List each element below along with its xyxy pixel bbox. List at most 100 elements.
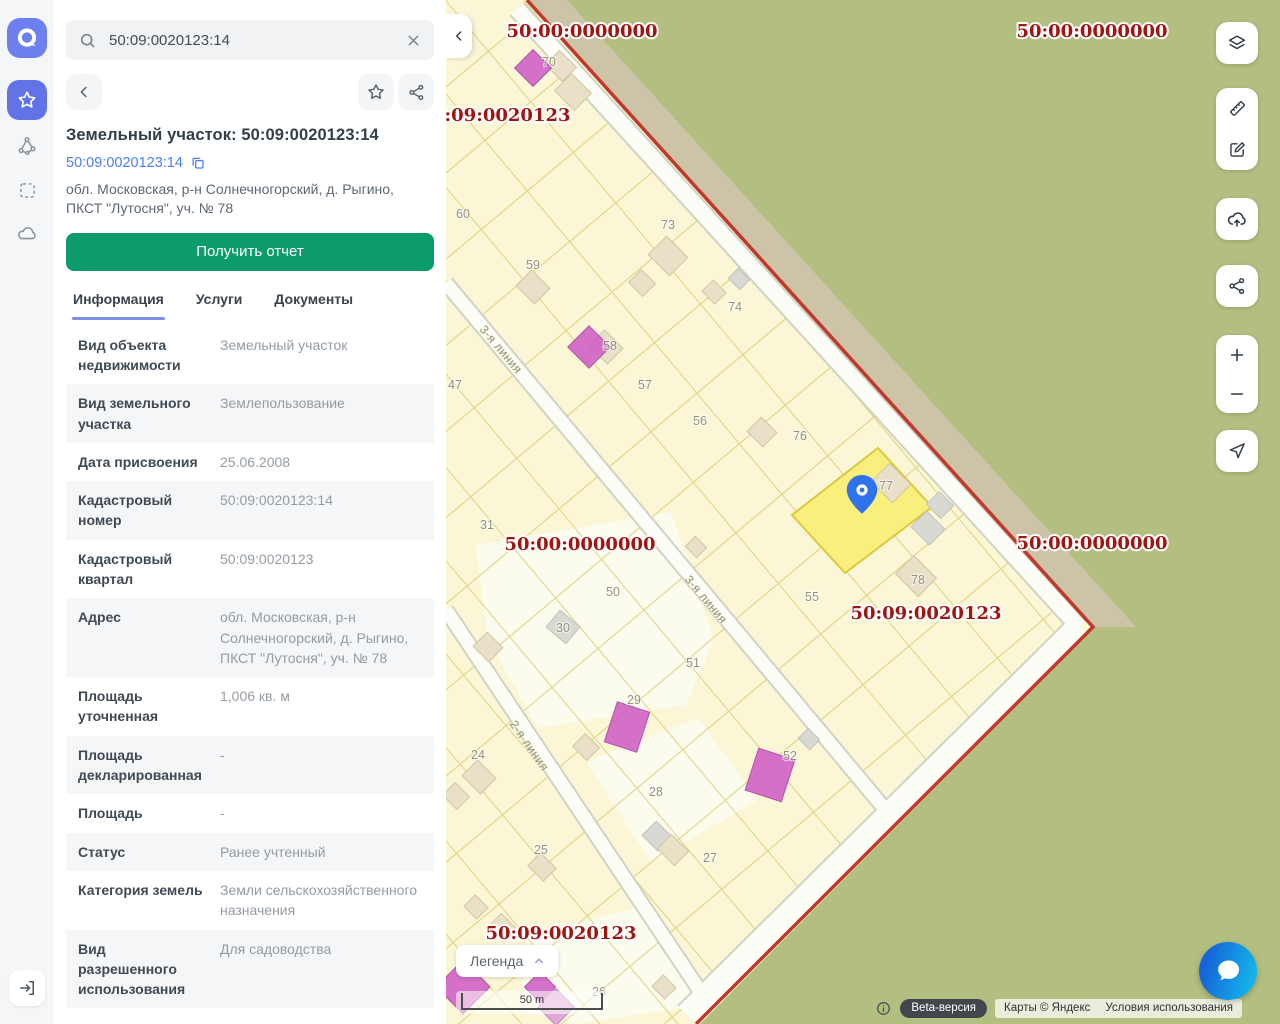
minus-icon: [1227, 384, 1247, 404]
info-icon[interactable]: [875, 1000, 892, 1017]
share-object-button[interactable]: [398, 74, 434, 110]
row-label: Площадь декларированная: [78, 745, 206, 786]
row-label: Дата присвоения: [78, 452, 206, 472]
edit-button[interactable]: [1216, 129, 1258, 170]
chevron-left-icon: [451, 28, 467, 44]
app-window: Земельный участок: 50:09:0020123:14 50:0…: [0, 0, 1280, 1024]
share-map-button[interactable]: [1216, 265, 1258, 307]
terms-link[interactable]: Условия использования: [1105, 1002, 1233, 1014]
left-toolbar: [0, 0, 54, 1024]
map-scale: 50 m: [456, 991, 608, 1014]
upload-button[interactable]: [1216, 198, 1258, 240]
cadastral-link-row: 50:09:0020123:14: [66, 155, 434, 171]
scale-bracket: 50 m: [461, 993, 603, 1010]
legend-label: Легенда: [470, 953, 523, 969]
logout-icon: [17, 978, 37, 998]
parcel-number: 24: [471, 748, 485, 762]
table-row: Вид разрешенного использованияДля садово…: [66, 930, 434, 1009]
row-value: Землепользование: [220, 393, 422, 434]
map-canvas[interactable]: 3-я линия 3-я линия 2-я линия 70 60 73 5…: [446, 0, 1280, 1024]
table-row: Вид объекта недвижимостиЗемельный участо…: [66, 326, 434, 385]
ruler-button[interactable]: [1216, 88, 1258, 129]
parcel-number: 28: [649, 785, 663, 799]
area-select-button[interactable]: [9, 172, 45, 208]
row-label: Кадастровый квартал: [78, 549, 206, 590]
collapse-panel-button[interactable]: [446, 14, 472, 58]
row-label: Вид разрешенного использования: [78, 939, 206, 1000]
app-logo[interactable]: [7, 18, 47, 58]
tab-documents[interactable]: Документы: [273, 287, 354, 320]
row-label: Площадь: [78, 803, 206, 823]
navigation-arrow-icon: [1227, 441, 1247, 461]
map-attribution: Beta-версия Карты © Яндекс Условия испол…: [875, 999, 1242, 1018]
quarter-label: 50:09:0020123: [485, 923, 636, 944]
cadastral-number-link[interactable]: 50:09:0020123:14: [66, 155, 183, 171]
plus-icon: [1227, 345, 1247, 365]
get-report-button[interactable]: Получить отчет: [66, 233, 434, 271]
parcel-number: 76: [793, 429, 807, 443]
cloud-upload-icon: [1226, 208, 1248, 230]
chat-button[interactable]: [1199, 942, 1257, 1000]
scale-label: 50 m: [463, 994, 601, 1006]
row-label: Вид земельного участка: [78, 393, 206, 434]
parcel-number: 31: [480, 518, 494, 532]
locate-me-button[interactable]: [1216, 430, 1258, 472]
row-value: 50:09:0020123:14: [220, 490, 422, 531]
layers-button[interactable]: [1216, 22, 1258, 64]
row-value: Для садоводства: [220, 939, 422, 1000]
share-icon: [407, 83, 426, 102]
table-row: Адресобл. Московская, р-н Солнечногорски…: [66, 598, 434, 677]
parcel-number: 57: [638, 378, 652, 392]
parcel-number: 30: [556, 621, 570, 635]
copy-icon[interactable]: [190, 155, 206, 171]
clear-search-button[interactable]: [405, 32, 422, 49]
measure-tools-group: [1216, 88, 1258, 170]
row-value: Земли сельскохозяйственного назначения: [220, 880, 422, 921]
row-label: Статус: [78, 842, 206, 862]
parcel-number: 27: [703, 851, 717, 865]
row-value: -: [220, 803, 422, 823]
share-icon: [1227, 276, 1247, 296]
parcel-number: 58: [603, 339, 617, 353]
row-value: 25.06.2008: [220, 452, 422, 472]
parcel-number: 78: [911, 573, 925, 587]
maps-copyright-link[interactable]: Карты © Яндекс: [1004, 1002, 1090, 1014]
zoom-in-button[interactable]: [1216, 335, 1258, 374]
polygon-tool-button[interactable]: [9, 128, 45, 164]
parcel-number: 50: [606, 585, 620, 599]
row-value: 50:09:0020123: [220, 549, 422, 590]
parcel-number: 59: [526, 258, 540, 272]
row-value: Ранее учтенный: [220, 842, 422, 862]
table-row: Дата присвоения 25.06.2008: [66, 443, 434, 481]
object-address: обл. Московская, р-н Солнечногорский, д.…: [66, 180, 434, 219]
table-row: Площадь-: [66, 794, 434, 832]
chevron-up-icon: [532, 954, 546, 968]
chevron-left-icon: [75, 83, 93, 101]
star-icon: [366, 82, 386, 102]
table-row: Площадь уточненная1,006 кв. м: [66, 677, 434, 736]
parcel-number: 73: [661, 218, 675, 232]
table-row: Вид земельного участка Землепользование: [66, 384, 434, 443]
parcel-number: 47: [448, 378, 462, 392]
row-value: Земельный участок: [220, 335, 422, 376]
close-icon: [405, 32, 422, 49]
tab-services[interactable]: Услуги: [195, 287, 244, 320]
row-value: -: [220, 745, 422, 786]
favorites-button[interactable]: [7, 80, 47, 120]
cloud-icon: [16, 223, 38, 245]
cloud-button[interactable]: [9, 216, 45, 252]
row-label: Категория земель: [78, 880, 206, 921]
legend-button[interactable]: Легенда: [456, 945, 558, 977]
row-label: Адрес: [78, 607, 206, 668]
search-input[interactable]: [107, 31, 395, 50]
info-table: Вид объекта недвижимостиЗемельный участо…: [66, 326, 434, 1009]
back-button[interactable]: [66, 74, 102, 110]
zoom-out-button[interactable]: [1216, 374, 1258, 413]
parcel-number: 77: [879, 479, 893, 493]
tab-information[interactable]: Информация: [72, 287, 165, 320]
app-logo-icon: [14, 25, 40, 51]
logout-button[interactable]: [9, 970, 45, 1006]
page-title: Земельный участок: 50:09:0020123:14: [66, 126, 434, 145]
favorite-object-button[interactable]: [358, 74, 394, 110]
parcel-number: 29: [627, 693, 641, 707]
